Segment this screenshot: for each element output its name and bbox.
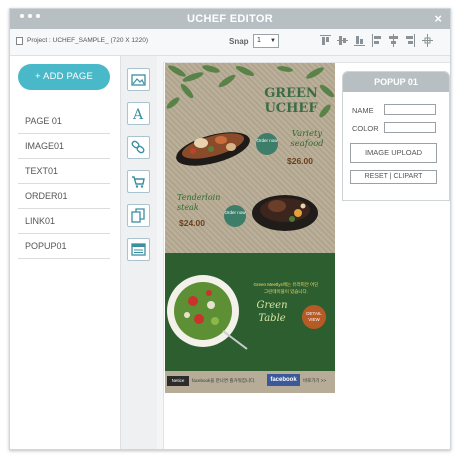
align-left-icon[interactable] (371, 34, 382, 47)
green-table-title: Green Table (241, 299, 303, 325)
dish-2-price: $24.00 (179, 218, 205, 228)
title-bar: UCHEF EDITOR × (10, 9, 450, 29)
close-icon[interactable]: × (434, 11, 442, 27)
green-table-line-1: Green (256, 300, 288, 311)
align-hcenter-icon[interactable] (388, 34, 399, 47)
dish-1-name: Variety seafood (281, 129, 333, 149)
align-right-icon[interactable] (405, 34, 416, 47)
align-vmiddle-icon[interactable] (337, 34, 348, 47)
image-upload-button[interactable]: IMAGE UPLOAD (350, 143, 437, 163)
page-list-item-order01[interactable]: ORDER01 (18, 184, 110, 209)
popup-properties-panel: POPUP 01 NAME COLOR IMAGE UPLOAD RESET |… (342, 71, 450, 201)
color-field[interactable] (384, 122, 436, 133)
left-ruler (157, 62, 164, 449)
name-label: NAME (352, 106, 374, 115)
align-center-icon[interactable] (422, 34, 433, 47)
page-list-item-page01[interactable]: PAGE 01 (18, 109, 110, 134)
promo-text: Green Meetlys에는 유러피안 어딘 그린테이블이 있습니다. (241, 281, 331, 295)
footer-text: facebook을 만나면 즐거워집니다. (192, 378, 256, 383)
order-now-button[interactable]: Order now (224, 205, 246, 227)
footer-more-link[interactable]: 바로가기 >> (303, 378, 326, 384)
cart-tool-icon[interactable] (127, 170, 150, 193)
dish-1-price: $26.00 (287, 156, 313, 166)
project-icon (16, 37, 23, 45)
chevron-down-icon: ▼ (270, 38, 276, 44)
page-list-panel: + ADD PAGE PAGE 01 IMAGE01 TEXT01 ORDER0… (10, 56, 120, 449)
align-top-icon[interactable] (320, 34, 331, 47)
link-tool-icon[interactable] (127, 136, 150, 159)
align-bottom-icon[interactable] (354, 34, 365, 47)
svg-text:A: A (132, 107, 144, 121)
dish-2-name-line-1: Tenderloin (177, 193, 221, 202)
page-list: PAGE 01 IMAGE01 TEXT01 ORDER01 LINK01 PO… (18, 109, 110, 259)
copy-tool-icon[interactable] (127, 204, 150, 227)
popup-title: POPUP 01 (343, 72, 449, 92)
page-list-item-image01[interactable]: IMAGE01 (18, 134, 110, 159)
menu-bottom-section: Green Meetlys에는 유러피안 어딘 그린테이블이 있습니다. Gre… (165, 253, 335, 371)
dish-1-name-line-1: Variety (291, 129, 323, 139)
align-tools (320, 34, 433, 47)
brand-line-1: GREEN (264, 86, 318, 101)
page-list-item-popup01[interactable]: POPUP01 (18, 234, 110, 259)
popup-tool-icon[interactable] (127, 238, 150, 261)
facebook-logo[interactable]: facebook (267, 374, 300, 386)
reset-clipart-buttons[interactable]: RESET | CLIPART (350, 170, 437, 184)
menu-footer: Netice facebook을 만나면 즐거워집니다. facebook 바로… (165, 371, 335, 393)
color-label: COLOR (352, 124, 379, 133)
green-table-line-2: Table (258, 313, 286, 324)
order-now-button[interactable]: Order now (256, 133, 278, 155)
add-page-button[interactable]: + ADD PAGE (18, 64, 110, 90)
brand-line-2: UCHEF (264, 101, 318, 116)
detail-view-button[interactable]: DETAIL VIEW (302, 305, 326, 329)
window-title: UCHEF EDITOR (187, 13, 273, 25)
snap-select[interactable]: 1 ▼ (253, 34, 279, 48)
brand-title: GREEN UCHEF (251, 86, 331, 116)
snap-value: 1 (257, 37, 261, 44)
promo-line-1: Green Meetlys에는 유러피안 어딘 (253, 282, 319, 287)
page-list-item-link01[interactable]: LINK01 (18, 209, 110, 234)
promo-line-2: 그린테이블이 있습니다. (264, 289, 308, 294)
tool-column: A (120, 56, 158, 449)
footer-badge: Netice (167, 376, 189, 386)
text-tool-icon[interactable]: A (127, 102, 150, 125)
snap-label: Snap (229, 37, 249, 46)
menu-top-section: GREEN UCHEF Order now Variety seafood $2… (165, 63, 335, 253)
editor-window: UCHEF EDITOR × Project : UCHEF_SAMPLE_ (… (9, 8, 451, 450)
page-list-item-text01[interactable]: TEXT01 (18, 159, 110, 184)
name-field[interactable] (384, 104, 436, 115)
image-tool-icon[interactable] (127, 68, 150, 91)
project-label: Project : UCHEF_SAMPLE_ (720 X 1220) (27, 37, 149, 44)
dish-1-name-line-2: seafood (290, 139, 324, 149)
top-toolbar: Project : UCHEF_SAMPLE_ (720 X 1220) Sna… (10, 29, 450, 56)
page-design[interactable]: GREEN UCHEF Order now Variety seafood $2… (165, 63, 335, 393)
top-ruler (157, 56, 450, 63)
